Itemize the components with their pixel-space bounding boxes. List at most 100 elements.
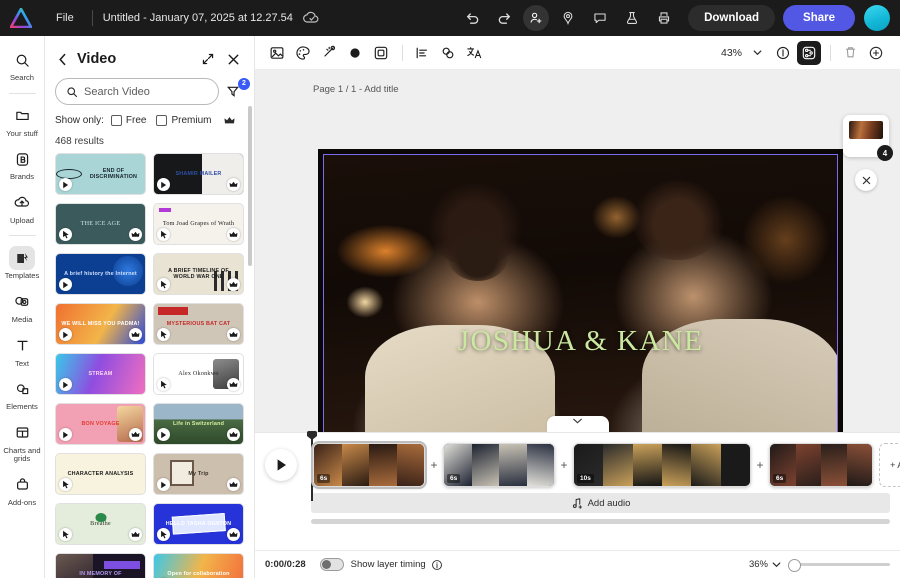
play-icon[interactable] bbox=[59, 428, 72, 441]
play-icon[interactable] bbox=[59, 178, 72, 191]
artboard-title-text[interactable]: JOSHUA & KANE bbox=[324, 325, 837, 358]
timeline-scene[interactable]: 10s bbox=[573, 443, 751, 487]
templates-scroll-area[interactable]: END OF DISCRIMINATIONSHAMIR MAILERTHE IC… bbox=[45, 153, 254, 578]
timeline-scene[interactable]: 6s bbox=[443, 443, 555, 487]
template-card[interactable]: THE ICE AGE bbox=[55, 203, 146, 245]
undo-icon[interactable] bbox=[459, 5, 485, 31]
template-card[interactable]: MYSTERIOUS BAT CAT bbox=[153, 303, 244, 345]
chevron-down-icon[interactable] bbox=[771, 559, 782, 570]
template-card[interactable]: Life in Switzerland bbox=[153, 403, 244, 445]
timeline-zoom-value[interactable]: 36% bbox=[749, 559, 768, 570]
artboard-video-frame[interactable]: JOSHUA & KANE bbox=[323, 154, 838, 439]
expand-diagonal-icon[interactable] bbox=[199, 50, 217, 68]
premium-checkbox[interactable] bbox=[156, 115, 167, 126]
page-label[interactable]: Page 1 / 1 - Add title bbox=[313, 84, 399, 95]
guides-circle-icon[interactable] bbox=[771, 41, 795, 65]
template-card[interactable]: IN MEMORY OF bbox=[55, 553, 146, 578]
sidebar-item-brands[interactable]: Brands bbox=[2, 143, 43, 186]
artboard[interactable]: JOSHUA & KANE bbox=[318, 149, 843, 444]
sidebar-item-charts-and-grids[interactable]: Charts and grids bbox=[2, 417, 43, 468]
timeline-collapse-toggle[interactable] bbox=[547, 416, 609, 432]
adobe-express-logo-icon[interactable] bbox=[10, 8, 32, 28]
fill-circle-icon[interactable] bbox=[343, 41, 367, 65]
play-icon[interactable] bbox=[157, 178, 170, 191]
info-circle-icon[interactable] bbox=[431, 559, 443, 571]
trash-icon[interactable] bbox=[838, 41, 862, 65]
add-scene-separator[interactable]: + bbox=[751, 458, 769, 472]
chevron-down-icon[interactable] bbox=[745, 41, 769, 65]
cursor-icon[interactable] bbox=[157, 278, 170, 291]
file-menu[interactable]: File bbox=[48, 9, 82, 27]
cursor-icon[interactable] bbox=[157, 528, 170, 541]
cursor-icon[interactable] bbox=[59, 478, 72, 491]
add-audio-button[interactable]: Add audio bbox=[311, 493, 890, 513]
translate-icon[interactable] bbox=[462, 41, 486, 65]
duplicate-icon[interactable] bbox=[436, 41, 460, 65]
template-card[interactable]: Breathe bbox=[55, 503, 146, 545]
timeline-scene[interactable]: 6s bbox=[313, 443, 425, 487]
template-card[interactable]: A BRIEF TIMELINE OF WORLD WAR ONE bbox=[153, 253, 244, 295]
show-layer-timing-toggle[interactable] bbox=[320, 558, 344, 571]
timeline-scene[interactable]: 6s bbox=[769, 443, 873, 487]
add-person-icon[interactable] bbox=[523, 5, 549, 31]
layers-icon[interactable] bbox=[797, 41, 821, 65]
cursor-icon[interactable] bbox=[157, 228, 170, 241]
play-icon[interactable] bbox=[265, 449, 297, 481]
play-icon[interactable] bbox=[59, 378, 72, 391]
free-checkbox[interactable] bbox=[111, 115, 122, 126]
sidebar-item-elements[interactable]: Elements bbox=[2, 373, 43, 416]
comment-icon[interactable] bbox=[587, 5, 613, 31]
close-x-icon[interactable] bbox=[224, 50, 242, 68]
play-icon[interactable] bbox=[157, 478, 170, 491]
sidebar-item-text[interactable]: Text bbox=[2, 330, 43, 373]
sidebar-item-media[interactable]: Media bbox=[2, 286, 43, 329]
template-card[interactable]: My Trip bbox=[153, 453, 244, 495]
template-card[interactable]: BON VOYAGE bbox=[55, 403, 146, 445]
document-title[interactable]: Untitled - January 07, 2025 at 12.27.54 bbox=[103, 12, 293, 24]
cloud-check-icon[interactable] bbox=[303, 11, 320, 25]
avatar[interactable] bbox=[864, 5, 890, 31]
cursor-icon[interactable] bbox=[157, 328, 170, 341]
crop-image-icon[interactable] bbox=[265, 41, 289, 65]
sidebar-item-your-stuff[interactable]: Your stuff bbox=[2, 100, 43, 143]
cursor-icon[interactable] bbox=[59, 528, 72, 541]
add-scene-separator[interactable]: + bbox=[425, 458, 443, 472]
cursor-icon[interactable] bbox=[157, 378, 170, 391]
canvas-stage[interactable]: Page 1 / 1 - Add title JOSHUA & KANE bbox=[255, 70, 900, 432]
color-palette-icon[interactable] bbox=[291, 41, 315, 65]
template-card[interactable]: WE WILL MISS YOU PADMA! bbox=[55, 303, 146, 345]
template-card[interactable]: A brief history the Internet bbox=[55, 253, 146, 295]
align-icon[interactable] bbox=[410, 41, 434, 65]
sidebar-item-upload[interactable]: Upload bbox=[2, 187, 43, 230]
magic-wand-icon[interactable] bbox=[317, 41, 341, 65]
lightbulb-pin-icon[interactable] bbox=[555, 5, 581, 31]
play-icon[interactable] bbox=[59, 278, 72, 291]
timeline-zoom-slider[interactable] bbox=[790, 563, 890, 566]
flask-icon[interactable] bbox=[619, 5, 645, 31]
redo-icon[interactable] bbox=[491, 5, 517, 31]
sidebar-item-add-ons[interactable]: Add-ons bbox=[2, 469, 43, 512]
panel-scrollbar[interactable] bbox=[248, 106, 252, 266]
template-card[interactable]: Tom Joad Grapes of Wrath bbox=[153, 203, 244, 245]
filter-button[interactable]: 2 bbox=[226, 81, 244, 103]
template-card[interactable]: STREAM bbox=[55, 353, 146, 395]
close-x-icon[interactable] bbox=[855, 169, 877, 191]
search-input-wrapper[interactable] bbox=[55, 78, 219, 105]
template-card[interactable]: CHARACTER ANALYSIS bbox=[55, 453, 146, 495]
template-card[interactable]: END OF DISCRIMINATION bbox=[55, 153, 146, 195]
add-scene-button[interactable]: + Add scene bbox=[879, 443, 900, 487]
add-scene-separator[interactable]: + bbox=[555, 458, 573, 472]
canvas-zoom-value[interactable]: 43% bbox=[721, 47, 742, 59]
template-card[interactable]: Open for collaboration bbox=[153, 553, 244, 578]
share-button[interactable]: Share bbox=[783, 5, 855, 31]
chevron-left-icon[interactable] bbox=[55, 51, 71, 67]
play-icon[interactable] bbox=[59, 328, 72, 341]
sidebar-item-search[interactable]: Search bbox=[2, 44, 43, 87]
template-card[interactable]: SHAMIR MAILER bbox=[153, 153, 244, 195]
template-card[interactable]: HELLO TASHA DENTON bbox=[153, 503, 244, 545]
search-input[interactable] bbox=[84, 86, 208, 98]
timeline-scrollbar[interactable] bbox=[311, 519, 890, 524]
printer-icon[interactable] bbox=[651, 5, 677, 31]
download-button[interactable]: Download bbox=[688, 5, 775, 31]
cursor-icon[interactable] bbox=[59, 228, 72, 241]
